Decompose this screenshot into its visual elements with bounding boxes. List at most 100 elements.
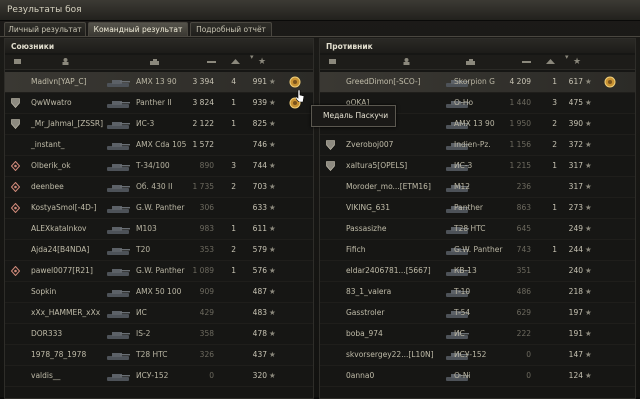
medal-icon[interactable] (603, 75, 617, 89)
player-column-icon[interactable] (402, 58, 411, 65)
player-name: xaltura5[OPELS] (346, 161, 408, 170)
player-row[interactable]: Moroder_mo...[ETM16] M12 236 317 ★ (320, 177, 635, 198)
damage-column-icon[interactable] (207, 58, 216, 65)
xp-value: 320 (252, 371, 267, 380)
xp-value: 939 (252, 98, 267, 107)
tank-name: Т-34/100 (136, 161, 170, 170)
xp-star-icon: ★ (585, 182, 592, 191)
squad-diamond-icon (11, 266, 20, 276)
player-row[interactable]: 83_1_valera T-10 486 218 ★ (320, 282, 635, 303)
player-row[interactable]: Fifich G.W. Panther 743 1 244 ★ (320, 240, 635, 261)
frags-value: 1 (231, 266, 236, 275)
player-row[interactable]: ALEXkatalnkov M103 983 1 611 ★ (5, 219, 313, 240)
xp-value: 244 (568, 245, 583, 254)
player-name: Passasizhe (346, 224, 387, 233)
xp-column-icon[interactable]: ★ (258, 57, 266, 67)
enemies-panel: Противник ▾ ★ GreedDimon[-SCO-] Skorpion … (319, 38, 636, 399)
damage-column-icon[interactable] (522, 58, 531, 65)
tank-icon (107, 269, 130, 276)
player-name: skvorsergey22...[L10N] (346, 350, 434, 359)
frags-value: 3 (552, 98, 557, 107)
player-row[interactable]: deenbee Об. 430 II 1 735 2 703 ★ (5, 177, 313, 198)
player-row[interactable]: pawel0077[R21] G.W. Panther 1 089 1 576 ★ (5, 261, 313, 282)
tank-name: Panther (454, 203, 483, 212)
player-row[interactable]: VIKING_631 Panther 863 1 273 ★ (320, 198, 635, 219)
xp-star-icon: ★ (269, 203, 276, 212)
tab-detailed[interactable]: Подробный отчёт (190, 22, 272, 37)
player-row[interactable]: Ajda24[B4NDA] T20 353 2 579 ★ (5, 240, 313, 261)
battle-results-window: Результаты боя Личный результат Командны… (0, 0, 640, 399)
player-row[interactable]: eldar2406781...[5667] КВ-13 351 240 ★ (320, 261, 635, 282)
damage-value: 0 (526, 371, 531, 380)
player-row[interactable]: KostyaSmol[-4D-] G.W. Panther 306 633 ★ (5, 198, 313, 219)
player-row[interactable]: _instant_ AMX Cda 105 1 572 746 ★ (5, 135, 313, 156)
xp-star-icon: ★ (585, 77, 592, 86)
player-row[interactable]: Madlvn[YAP_C] AMX 13 90 3 394 4 991 ★ (5, 72, 313, 93)
player-row[interactable]: Passasizhe T28 HTC 645 249 ★ (320, 219, 635, 240)
player-row[interactable]: Sopkin AMX 50 100 909 487 ★ (5, 282, 313, 303)
damage-value: 645 (516, 224, 531, 233)
damage-value: 1 156 (509, 140, 531, 149)
xp-value: 197 (568, 308, 583, 317)
player-name: valdis__ (31, 371, 61, 380)
damage-value: 353 (199, 245, 214, 254)
player-row[interactable]: 1978_78_1978 T28 HTC 326 437 ★ (5, 345, 313, 366)
xp-value: 991 (252, 77, 267, 86)
player-row[interactable]: 0anna0 O-Ni 0 124 ★ (320, 366, 635, 387)
player-name: eldar2406781...[5667] (346, 266, 431, 275)
tank-icon (107, 80, 130, 87)
tank-icon (107, 227, 130, 234)
clan-shield-icon (11, 98, 20, 108)
medal-icon[interactable] (288, 75, 302, 89)
xp-value: 147 (568, 350, 583, 359)
player-row[interactable]: Zveroboj007 Indien-Pz. 1 156 2 372 ★ (320, 135, 635, 156)
player-name: _Mr_Jahmal_[ZSSR] (31, 119, 104, 128)
damage-value: 743 (516, 245, 531, 254)
tank-icon (107, 311, 130, 318)
player-row[interactable]: QwWwatro Panther II 3 824 1 939 ★ (5, 93, 313, 114)
xp-value: 372 (568, 140, 583, 149)
xp-value: 483 (252, 308, 267, 317)
player-row[interactable]: Olberik_ok Т-34/100 890 3 744 ★ (5, 156, 313, 177)
tank-name: M12 (454, 182, 471, 191)
player-name: DOR333 (31, 329, 63, 338)
tank-name: T-10 (454, 287, 471, 296)
xp-value: 475 (568, 98, 583, 107)
tank-column-icon[interactable] (150, 58, 159, 65)
tank-icon (107, 353, 130, 360)
tank-name: IS-2 (136, 329, 151, 338)
player-row[interactable]: GreedDimon[-SCO-] Skorpion G 4 209 1 617 ★ (320, 72, 635, 93)
player-row[interactable]: skvorsergey22...[L10N] ИСУ-152 0 147 ★ (320, 345, 635, 366)
player-row[interactable]: _Mr_Jahmal_[ZSSR] ИС-3 2 122 1 825 ★ (5, 114, 313, 135)
tank-name: T28 HTC (454, 224, 486, 233)
sort-arrow-icon: ▾ (565, 53, 569, 61)
tank-icon (107, 332, 130, 339)
xp-column-icon[interactable]: ★ (573, 57, 581, 67)
frags-column-icon[interactable] (231, 58, 240, 65)
player-name: boba_974 (346, 329, 383, 338)
squad-column-icon[interactable] (13, 58, 22, 65)
player-row[interactable]: DOR333 IS-2 358 478 ★ (5, 324, 313, 345)
damage-value: 909 (199, 287, 214, 296)
frags-value: 2 (552, 119, 557, 128)
player-row[interactable]: boba_974 ИС 222 191 ★ (320, 324, 635, 345)
xp-value: 746 (252, 140, 267, 149)
squad-column-icon[interactable] (328, 58, 337, 65)
tab-personal[interactable]: Личный результат (4, 22, 86, 37)
tank-name: Об. 430 II (136, 182, 173, 191)
player-column-icon[interactable] (61, 58, 70, 65)
damage-value: 4 209 (509, 77, 531, 86)
frags-value: 1 (552, 77, 557, 86)
damage-value: 1 735 (192, 182, 214, 191)
player-row[interactable]: valdis__ ИСУ-152 0 320 ★ (5, 366, 313, 387)
tank-name: G.W. Panther (454, 245, 503, 254)
tab-team[interactable]: Командный результат (88, 22, 188, 37)
xp-star-icon: ★ (585, 350, 592, 359)
player-row[interactable]: xXx_HAMMER_xXx ИС 429 483 ★ (5, 303, 313, 324)
tank-column-icon[interactable] (466, 58, 475, 65)
player-row[interactable]: xaltura5[OPELS] ИС-3 1 215 1 317 ★ (320, 156, 635, 177)
squad-diamond-icon (11, 182, 20, 192)
player-name: GreedDimon[-SCO-] (346, 77, 421, 86)
player-row[interactable]: Gasstroler T-54 629 197 ★ (320, 303, 635, 324)
frags-column-icon[interactable] (546, 58, 555, 65)
